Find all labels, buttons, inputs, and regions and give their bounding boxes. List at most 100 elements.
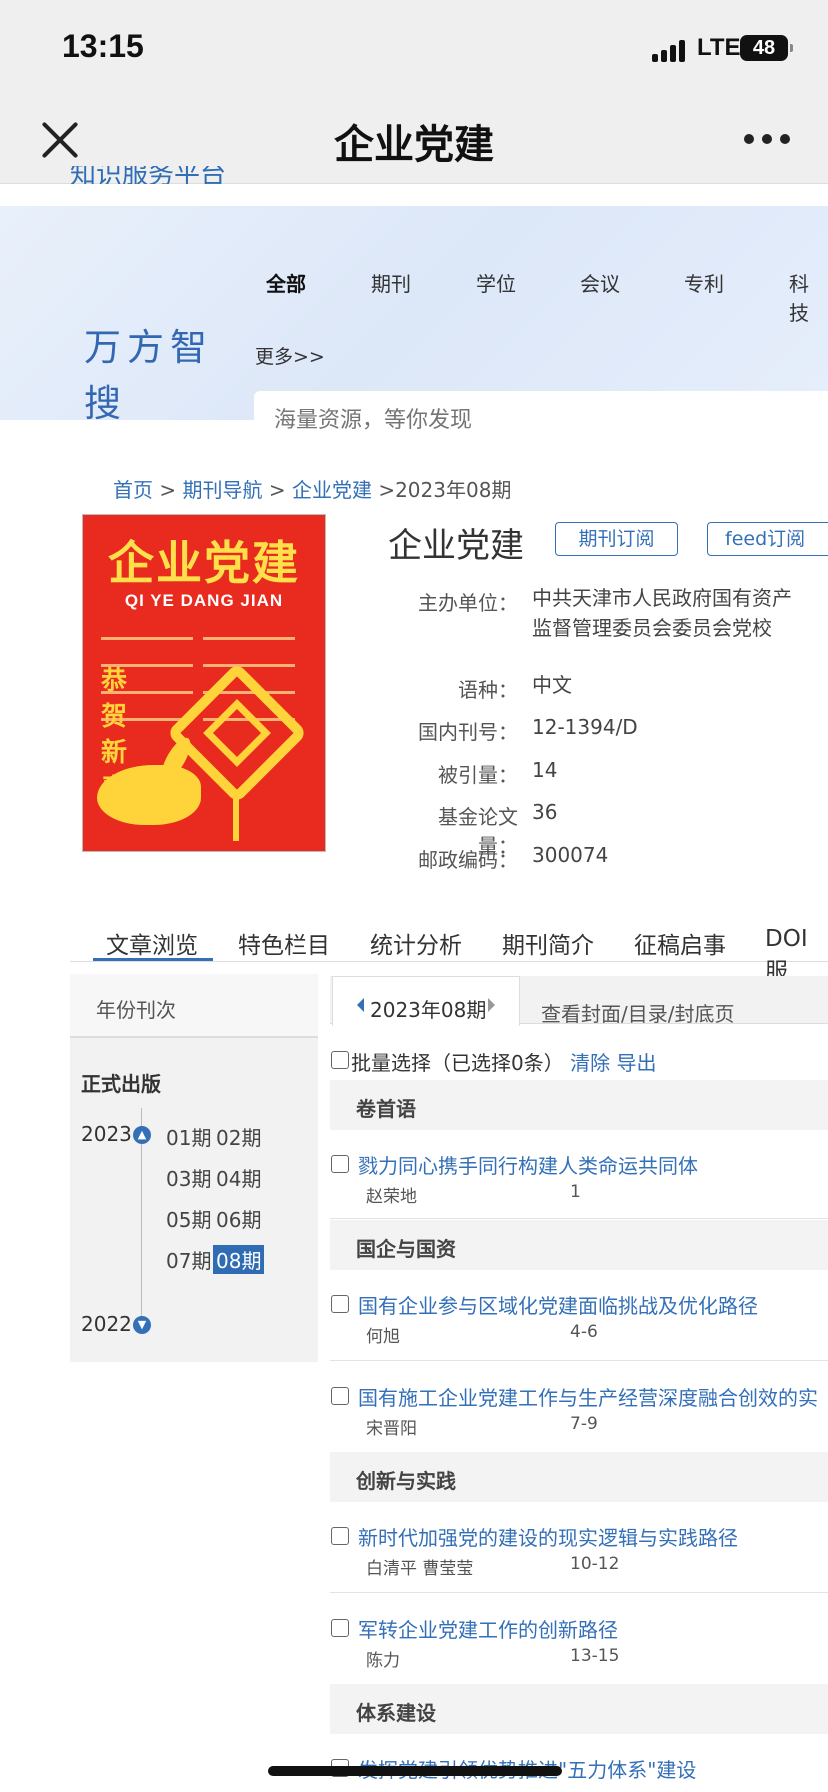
batch-select-label: 批量选择（已选择0条） <box>351 1051 564 1075</box>
issue-tab-label: 2023年08期 <box>370 998 487 1022</box>
divider <box>330 1360 828 1361</box>
search-tab-degree[interactable]: 学位 <box>476 268 516 297</box>
feed-subscribe-button[interactable]: feed订阅 <box>707 522 828 556</box>
article-author[interactable]: 宋晋阳 <box>366 1414 417 1439</box>
issue-04[interactable]: 04期 <box>216 1163 261 1192</box>
year-2023[interactable]: 2023 <box>81 1122 132 1146</box>
issue-02[interactable]: 02期 <box>216 1122 261 1151</box>
batch-select-bar: 批量选择（已选择0条） 清除 导出 <box>351 1047 656 1076</box>
section-title: 卷首语 <box>356 1097 416 1121</box>
issue-07[interactable]: 07期 <box>166 1245 211 1274</box>
info-label-language: 语种： <box>458 678 518 702</box>
publisher-line-2: 监督管理委员会委员会党校 <box>532 616 772 640</box>
article-pages: 7-9 <box>570 1414 598 1434</box>
search-tab-conference[interactable]: 会议 <box>580 268 620 297</box>
breadcrumb-home[interactable]: 首页 <box>113 478 153 502</box>
search-box[interactable] <box>254 391 828 457</box>
breadcrumb-separator: > <box>159 478 177 502</box>
article-author[interactable]: 白清平 曹莹莹 <box>366 1554 473 1579</box>
next-issue-icon[interactable] <box>488 998 495 1012</box>
divider <box>330 1218 828 1219</box>
prev-issue-icon[interactable] <box>357 998 364 1012</box>
article-checkbox[interactable] <box>331 1295 349 1313</box>
article-checkbox[interactable] <box>331 1155 349 1173</box>
search-tab-all[interactable]: 全部 <box>266 268 306 297</box>
search-tab-patent[interactable]: 专利 <box>684 268 724 297</box>
nav-title: 企业党建 <box>334 122 494 168</box>
info-label-citations: 被引量： <box>438 763 518 787</box>
signal-icon <box>652 38 692 62</box>
issue-tab-cover[interactable]: 查看封面/目录/封底页 <box>541 998 734 1027</box>
info-value-funded: 36 <box>532 800 558 824</box>
rabbit-icon <box>97 765 201 825</box>
info-value-postcode: 300074 <box>532 843 609 867</box>
article-author[interactable]: 何旭 <box>366 1322 400 1347</box>
site-logo[interactable]: 万方智搜 <box>84 320 234 432</box>
journal-title: 企业党建 <box>388 526 524 566</box>
info-label-publisher: 主办单位： <box>418 591 518 615</box>
breadcrumb-separator: > <box>268 478 286 502</box>
section-title: 国企与国资 <box>356 1237 456 1261</box>
cover-title: 企业党建 <box>108 536 300 590</box>
article-pages: 1 <box>570 1182 581 1202</box>
info-value-citations: 14 <box>532 758 558 782</box>
tab-featured-columns[interactable]: 特色栏目 <box>238 926 330 960</box>
article-checkbox[interactable] <box>331 1527 349 1545</box>
info-value-publisher: 中共天津市人民政府国有资产 监督管理委员会委员会党校 <box>532 583 792 643</box>
more-link[interactable]: 更多>> <box>255 342 325 369</box>
info-label-postcode: 邮政编码： <box>418 848 518 872</box>
issue-01[interactable]: 01期 <box>166 1122 211 1151</box>
article-author[interactable]: 赵荣地 <box>366 1182 417 1207</box>
article-title[interactable]: 新时代加强党的建设的现实逻辑与实践路径 <box>358 1522 738 1551</box>
issue-06[interactable]: 06期 <box>216 1204 261 1233</box>
info-value-language: 中文 <box>532 673 572 697</box>
breadcrumb-journal-nav[interactable]: 期刊导航 <box>182 478 262 502</box>
chevron-up-icon[interactable]: ▲ <box>133 1126 151 1144</box>
search-input[interactable] <box>274 408 814 433</box>
export-link[interactable]: 导出 <box>616 1051 656 1075</box>
article-checkbox[interactable] <box>331 1619 349 1637</box>
info-label-issn: 国内刊号： <box>418 720 518 744</box>
article-title[interactable]: 军转企业党建工作的创新路径 <box>358 1614 618 1643</box>
feed-label: feed订阅 <box>725 528 806 550</box>
tab-statistics[interactable]: 统计分析 <box>370 926 462 960</box>
subscribe-button[interactable]: 期刊订阅 <box>555 522 678 556</box>
article-title[interactable]: 国有施工企业党建工作与生产经营深度融合创效的实 <box>358 1382 818 1411</box>
tab-article-browse[interactable]: 文章浏览 <box>106 926 198 960</box>
issue-03[interactable]: 03期 <box>166 1163 211 1192</box>
journal-cover[interactable]: 企业党建 QI YE DANG JIAN 恭贺新春 <box>82 514 326 852</box>
issue-08-selected[interactable]: 08期 <box>213 1245 265 1274</box>
article-title[interactable]: 国有企业参与区域化党建面临挑战及优化路径 <box>358 1290 758 1319</box>
cover-subtitle: QI YE DANG JIAN <box>124 591 284 610</box>
batch-select-checkbox[interactable] <box>331 1051 349 1069</box>
breadcrumb: 首页 > 期刊导航 > 企业党建 >2023年08期 <box>113 474 511 503</box>
battery-icon: 48 <box>740 35 793 61</box>
tab-call-for-papers[interactable]: 征稿启事 <box>634 926 726 960</box>
article-pages: 4-6 <box>570 1322 598 1342</box>
home-indicator[interactable] <box>268 1766 562 1776</box>
divider <box>330 1592 828 1593</box>
section-title: 创新与实践 <box>356 1469 456 1493</box>
tab-journal-intro[interactable]: 期刊简介 <box>502 926 594 960</box>
more-options-button[interactable] <box>744 134 790 146</box>
info-value-issn: 12-1394/D <box>532 715 638 739</box>
section-title: 体系建设 <box>356 1701 436 1725</box>
article-checkbox[interactable] <box>331 1387 349 1405</box>
year-issue-title: 年份刊次 <box>96 998 176 1022</box>
network-label: LTE <box>697 34 741 61</box>
issue-05[interactable]: 05期 <box>166 1204 211 1233</box>
search-tab-tech[interactable]: 科技 <box>789 268 828 326</box>
article-title[interactable]: 戮力同心携手同行构建人类命运共同体 <box>358 1150 698 1179</box>
official-publication-label: 正式出版 <box>81 1072 161 1096</box>
status-time: 13:15 <box>62 28 144 64</box>
clipped-header-text: 知识服务平台 <box>70 166 227 184</box>
chevron-down-icon[interactable]: ▼ <box>133 1316 151 1334</box>
article-author[interactable]: 陈力 <box>366 1646 400 1671</box>
year-2022[interactable]: 2022 <box>81 1312 132 1336</box>
article-pages: 13-15 <box>570 1646 620 1666</box>
clear-link[interactable]: 清除 <box>570 1051 610 1075</box>
breadcrumb-journal[interactable]: 企业党建 <box>292 478 372 502</box>
search-tab-journal[interactable]: 期刊 <box>371 268 411 297</box>
breadcrumb-current: >2023年08期 <box>378 478 512 502</box>
article-pages: 10-12 <box>570 1554 620 1574</box>
